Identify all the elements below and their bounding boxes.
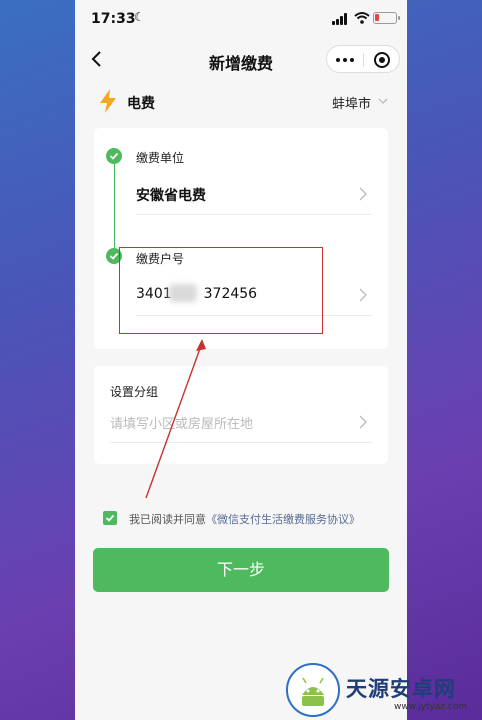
account-prefix: 3401 [136, 286, 172, 302]
account-suffix: 372456 [203, 286, 258, 302]
watermark-url: www.jytyaz.com [394, 702, 468, 712]
check-icon [106, 148, 122, 164]
row-divider [136, 214, 372, 215]
unit-label: 缴费单位 [136, 151, 185, 165]
next-button[interactable]: 下一步 [93, 548, 389, 592]
status-time: 17:33 [91, 11, 136, 27]
agreement-checkbox[interactable] [103, 511, 117, 525]
more-icon[interactable] [336, 58, 354, 62]
bolt-icon [100, 89, 116, 113]
signal-icon [332, 13, 350, 25]
nav-bar: 新增缴费 [75, 40, 407, 78]
group-label: 设置分组 [110, 385, 159, 399]
mini-program-capsule [326, 45, 400, 73]
status-bar: 17:33 ☾ [75, 0, 407, 38]
chevron-right-icon[interactable] [358, 415, 368, 429]
chevron-down-icon[interactable] [377, 95, 389, 107]
capsule-divider [363, 53, 364, 67]
watermark: 天源安卓网 www.jytyaz.com [286, 660, 482, 720]
wifi-icon [354, 12, 370, 24]
moon-icon: ☾ [134, 10, 145, 24]
account-label: 缴费户号 [136, 252, 185, 266]
unit-value[interactable]: 安徽省电费 [136, 185, 206, 205]
android-logo-icon [286, 663, 340, 717]
agreement-text: 我已阅读并同意《微信支付生活缴费服务协议》 [129, 511, 360, 527]
chevron-right-icon[interactable] [358, 288, 368, 302]
phone-screen: 17:33 ☾ 新增缴费 电费 蚌埠市 缴费单位 安徽省电费 缴费户号 3401… [75, 0, 407, 720]
agreement-link[interactable]: 《微信支付生活缴费服务协议》 [206, 513, 360, 526]
bill-type-label: 电费 [127, 96, 155, 112]
group-input[interactable]: 请填写小区或房屋所在地 [110, 413, 253, 432]
city-selector[interactable]: 蚌埠市 [332, 93, 371, 112]
agreement-prefix: 我已阅读并同意 [129, 513, 206, 526]
row-divider [136, 315, 372, 316]
step-connector [114, 164, 115, 248]
check-icon [106, 248, 122, 264]
watermark-title: 天源安卓网 [346, 677, 456, 701]
row-divider [110, 442, 372, 443]
redacted-digits [169, 284, 197, 302]
chevron-right-icon[interactable] [358, 187, 368, 201]
battery-icon [373, 12, 400, 24]
bill-type-row: 电费 蚌埠市 [75, 84, 407, 118]
target-icon[interactable] [374, 52, 390, 68]
